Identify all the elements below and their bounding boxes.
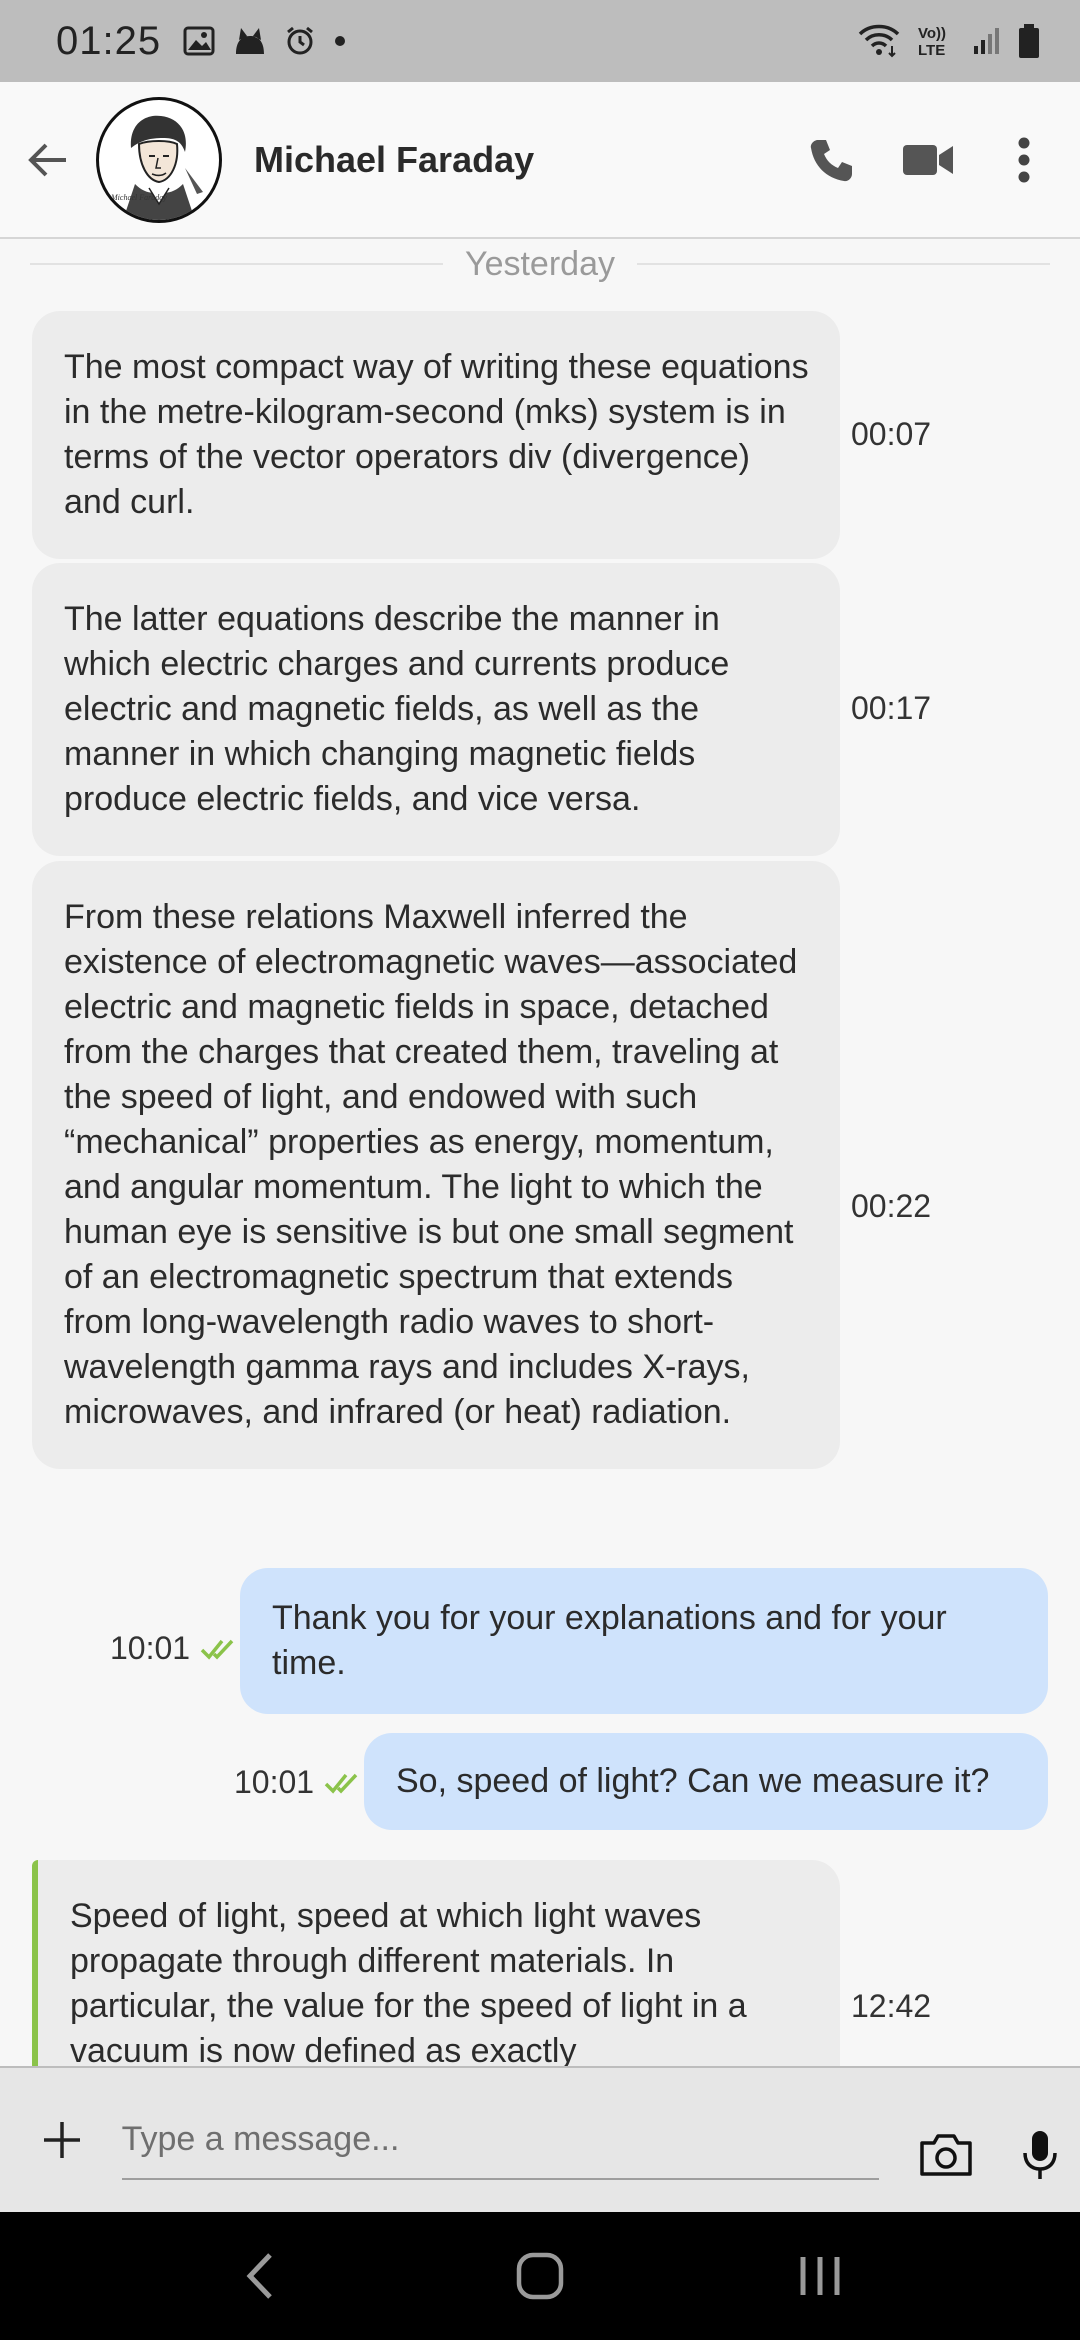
divider	[30, 263, 444, 265]
message-composer	[0, 2066, 1080, 2212]
message-text: The most compact way of writing these eq…	[64, 348, 809, 521]
dot-icon	[335, 36, 346, 46]
microphone-icon	[1023, 2131, 1057, 2179]
chat-header: Michael Faraday Michael Faraday	[0, 82, 1080, 239]
phone-icon	[810, 139, 852, 181]
message-text: So, speed of light? Can we measure it?	[396, 1762, 990, 1800]
arrow-left-icon	[28, 143, 66, 176]
alarm-icon	[287, 26, 314, 55]
cat-icon	[236, 28, 265, 54]
gallery-icon	[183, 26, 215, 56]
back-button[interactable]	[0, 112, 96, 208]
message-text: Thank you for your explanations and for …	[272, 1599, 947, 1682]
incoming-message[interactable]: The most compact way of writing these eq…	[32, 311, 840, 559]
date-label: Yesterday	[465, 244, 615, 283]
system-icons: Vo)) LTE	[858, 23, 1040, 59]
message-time: 00:07	[851, 416, 932, 452]
message-time: 10:01	[234, 1764, 315, 1800]
message-list[interactable]: Yesterday The most compact way of writin…	[0, 241, 1080, 2066]
message-text: The latter equations describe the manner…	[64, 600, 730, 818]
plus-icon	[43, 2122, 80, 2158]
system-nav-bar	[0, 2212, 1080, 2340]
svg-text:LTE: LTE	[918, 42, 945, 59]
status-time: 01:25	[56, 18, 162, 63]
portrait-sketch-icon: Michael Faraday	[110, 115, 203, 220]
double-check-icon	[200, 1639, 234, 1660]
video-camera-icon	[903, 144, 953, 175]
screen: 01:25 Vo)) LTE Michael Faraday Michael F…	[0, 0, 1080, 2340]
attach-button[interactable]	[14, 2092, 110, 2188]
voice-message-button[interactable]	[1000, 2107, 1080, 2203]
nav-back-button[interactable]	[210, 2226, 310, 2326]
incoming-message[interactable]: Speed of light, speed at which light wav…	[32, 1860, 840, 2066]
message-time: 00:17	[851, 690, 932, 726]
home-icon	[516, 2252, 564, 2300]
nav-home-button[interactable]	[490, 2226, 590, 2326]
chevron-left-icon	[246, 2253, 272, 2299]
avatar-signature: Michael Faraday	[110, 193, 167, 202]
header-actions	[784, 112, 1080, 208]
more-vertical-icon	[1018, 137, 1030, 182]
voice-call-button[interactable]	[784, 112, 880, 208]
status-bar: 01:25 Vo)) LTE	[0, 0, 1080, 82]
camera-icon	[920, 2134, 973, 2176]
camera-button[interactable]	[899, 2107, 995, 2203]
divider	[636, 263, 1050, 265]
video-call-button[interactable]	[880, 112, 976, 208]
outgoing-meta: 10:01	[234, 1764, 362, 1801]
message-text: From these relations Maxwell inferred th…	[64, 898, 798, 1431]
wifi-icon	[858, 24, 900, 58]
incoming-message[interactable]: The latter equations describe the manner…	[32, 563, 840, 856]
outgoing-meta: 10:01	[110, 1630, 238, 1667]
more-options-button[interactable]	[976, 112, 1072, 208]
svg-text:Vo)): Vo))	[918, 25, 946, 42]
message-time: 10:01	[110, 1630, 191, 1666]
recents-icon	[800, 2257, 840, 2295]
nav-recents-button[interactable]	[770, 2226, 870, 2326]
message-time: 00:22	[851, 1188, 932, 1224]
message-text: Speed of light, speed at which light wav…	[70, 1897, 747, 2066]
battery-icon	[1019, 24, 1039, 58]
outgoing-message[interactable]: So, speed of light? Can we measure it?	[364, 1733, 1048, 1830]
contact-name[interactable]: Michael Faraday	[254, 139, 534, 181]
outgoing-message[interactable]: Thank you for your explanations and for …	[240, 1568, 1048, 1714]
message-input[interactable]	[121, 2100, 879, 2180]
incoming-message[interactable]: From these relations Maxwell inferred th…	[32, 861, 840, 1469]
notification-icons	[183, 26, 347, 56]
volte-icon: Vo))LTE	[918, 25, 946, 59]
double-check-icon	[324, 1773, 358, 1794]
signal-icon	[974, 28, 999, 54]
contact-avatar[interactable]: Michael Faraday	[96, 96, 222, 223]
date-separator: Yesterday	[30, 241, 1050, 287]
message-time: 12:42	[851, 1988, 932, 2024]
